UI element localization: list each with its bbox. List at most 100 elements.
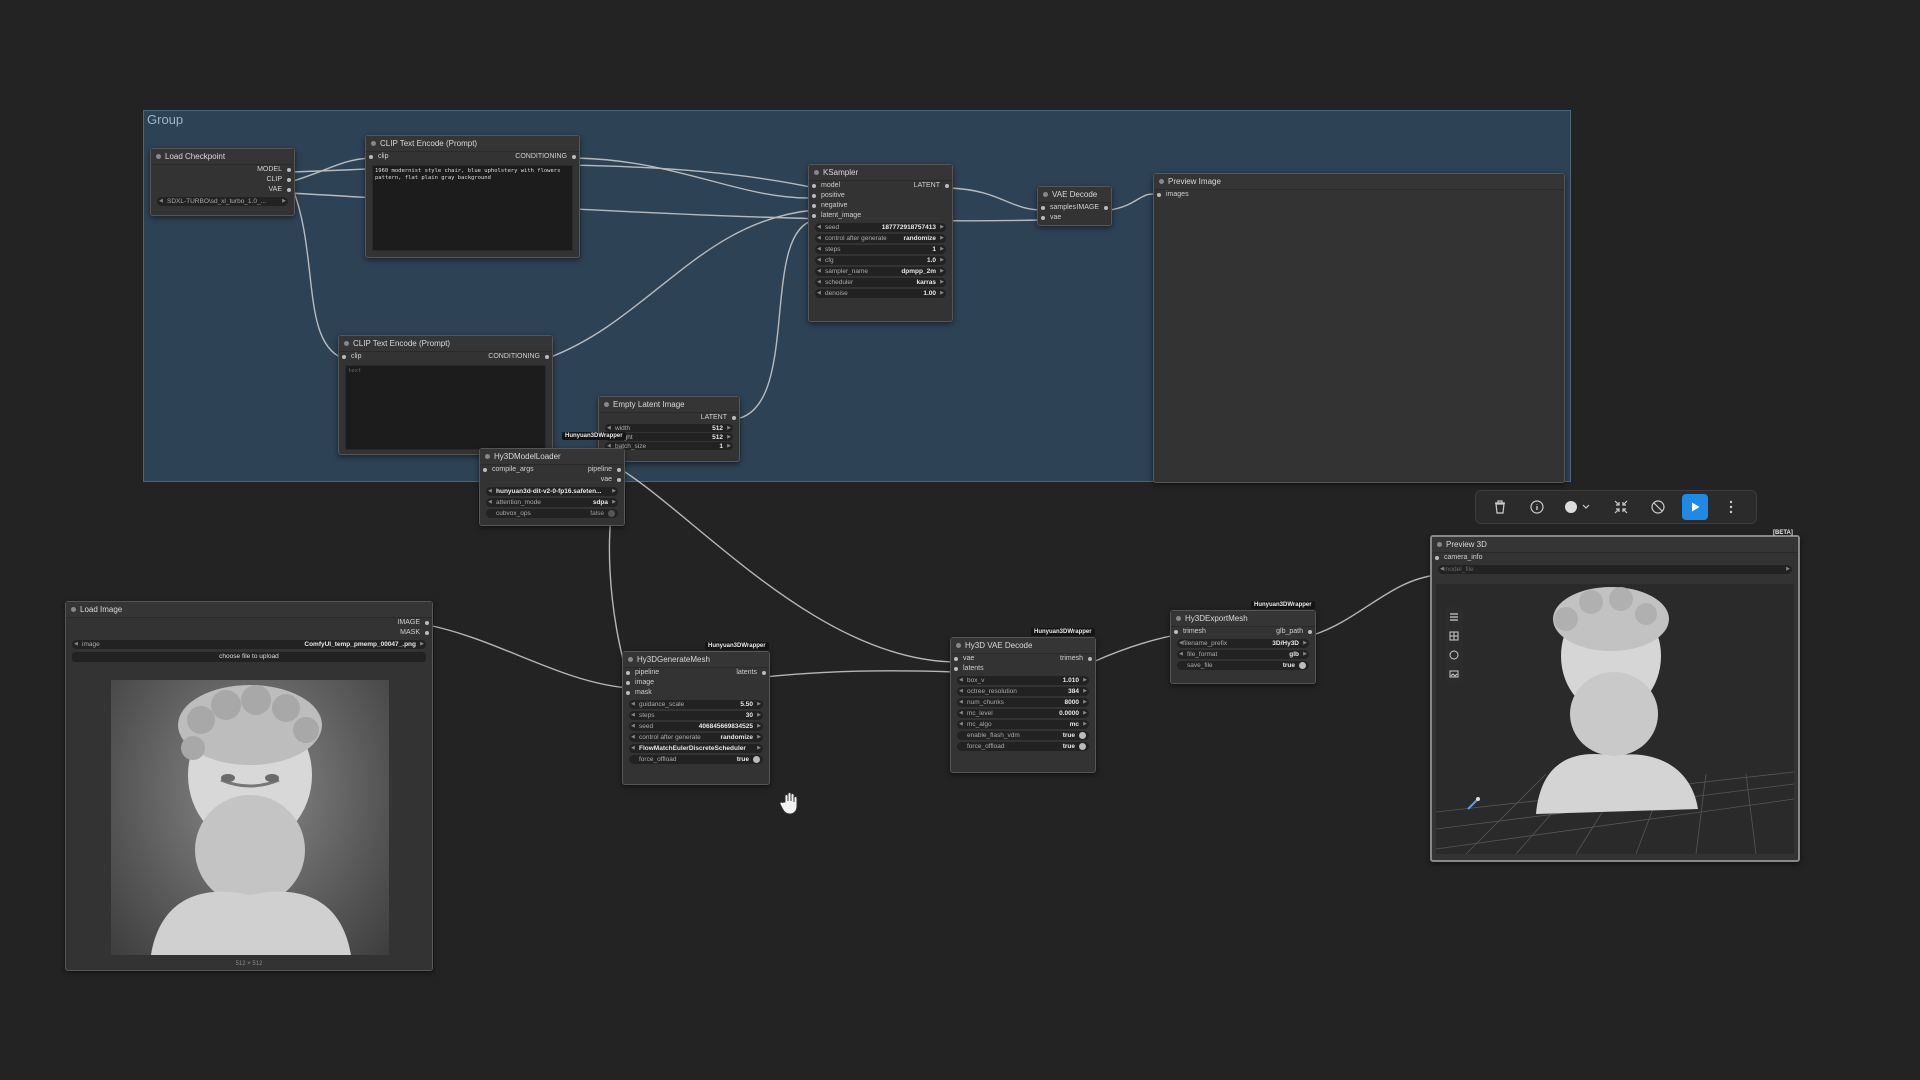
cfg-widget[interactable]: cfg1.0 (815, 256, 946, 265)
steps-widget[interactable]: steps30 (629, 711, 763, 720)
model-file-widget[interactable]: model_file (1438, 565, 1792, 574)
node-hy3d-vae-decode[interactable]: Hunyuan3DWrapper Hy3D VAE Decode vae trim… (950, 628, 1096, 773)
box-v-widget[interactable]: box_v1.010 (957, 676, 1089, 685)
output-pipeline[interactable]: pipeline (588, 465, 612, 475)
input-positive[interactable]: positive (821, 191, 845, 201)
color-picker-button[interactable] (1561, 494, 1597, 520)
seed-widget[interactable]: seed187772918757413 (815, 223, 946, 232)
control-after-generate-widget[interactable]: control after generaterandomize (629, 733, 763, 742)
num-chunks-widget[interactable]: num_chunks8000 (957, 698, 1089, 707)
node-load-checkpoint[interactable]: Load Checkpoint MODEL CLIP VAE SDXL-TURB… (150, 148, 295, 216)
steps-widget[interactable]: steps1 (815, 245, 946, 254)
denoise-widget[interactable]: denoise1.00 (815, 289, 946, 298)
ckpt-name-widget[interactable]: SDXL-TURBO\sd_xl_turbo_1.0_... (157, 197, 288, 206)
prompt-textarea[interactable]: 1960 modernist style chair, blue upholst… (372, 165, 573, 251)
node-tag: Hunyuan3DWrapper (1251, 601, 1315, 609)
node-title: Load Checkpoint (165, 152, 226, 161)
output-vae[interactable]: VAE (269, 185, 283, 195)
node-title: Hy3DExportMesh (1185, 614, 1248, 623)
grid-toggle-button[interactable] (1445, 626, 1463, 645)
run-button[interactable] (1681, 494, 1708, 520)
guidance-scale-widget[interactable]: guidance_scale5.50 (629, 700, 763, 709)
output-conditioning[interactable]: CONDITIONING (515, 152, 567, 162)
camera-button[interactable] (1445, 664, 1463, 683)
info-icon (1530, 500, 1544, 514)
node-preview-3d[interactable]: [BETA] Preview 3D camera_info model_file (1430, 530, 1800, 862)
force-offload-toggle[interactable]: force_offload true (957, 742, 1089, 751)
octree-resolution-widget[interactable]: octree_resolution384 (957, 687, 1089, 696)
force-offload-toggle[interactable]: force_offload true (629, 755, 763, 764)
input-latents[interactable]: latents (963, 664, 984, 674)
hand-cursor-icon (779, 792, 798, 815)
seed-widget[interactable]: seed406845669834525 (629, 722, 763, 731)
image-icon (1449, 670, 1459, 677)
scheduler-widget[interactable]: schedulerkarras (815, 278, 946, 287)
mc-algo-widget[interactable]: mc_algomc (957, 720, 1089, 729)
node-hy3d-export-mesh[interactable]: Hunyuan3DWrapper Hy3DExportMesh trimesh g… (1170, 601, 1316, 684)
width-widget[interactable]: width512 (605, 424, 733, 433)
attention-mode-widget[interactable]: attention_modesdpa (486, 498, 618, 507)
filename-prefix-widget[interactable]: filename_prefix3D/Hy3D (1177, 639, 1309, 648)
output-model[interactable]: MODEL (257, 165, 282, 175)
input-trimesh[interactable]: trimesh (1183, 627, 1206, 637)
output-latent[interactable]: LATENT (914, 181, 940, 191)
input-samples[interactable]: samples (1050, 203, 1076, 213)
node-clip-text-encode-positive[interactable]: CLIP Text Encode (Prompt) clip CONDITIONI… (365, 135, 580, 258)
model-widget[interactable]: hunyuan3d-dit-v2-0-fp16.safeten... (486, 487, 618, 496)
input-image[interactable]: image (635, 678, 654, 688)
node-title: Hy3DGenerateMesh (637, 655, 710, 664)
input-clip[interactable]: clip (378, 152, 389, 162)
input-vae[interactable]: vae (963, 654, 974, 664)
node-ksampler[interactable]: KSampler model LATENT positive negative l… (808, 164, 953, 322)
node-preview-image[interactable]: Preview Image images (1153, 173, 1565, 483)
output-mask[interactable]: MASK (400, 628, 420, 638)
input-negative[interactable]: negative (821, 201, 847, 211)
mc-level-widget[interactable]: mc_level0.0000 (957, 709, 1089, 718)
node-vae-decode[interactable]: VAE Decode samples IMAGE vae (1037, 186, 1112, 226)
output-trimesh[interactable]: trimesh (1060, 654, 1083, 664)
enable-flash-vdm-toggle[interactable]: enable_flash_vdm true (957, 731, 1089, 740)
input-compile-args[interactable]: compile_args (492, 465, 534, 475)
image-select-widget[interactable]: imageComfyUI_temp_pmemp_00047_.png (72, 640, 426, 649)
bypass-button[interactable] (1645, 494, 1671, 520)
output-latents[interactable]: latents (736, 668, 757, 678)
upload-button[interactable]: choose file to upload (72, 652, 426, 662)
save-file-toggle[interactable]: save_file true (1177, 661, 1309, 670)
output-conditioning[interactable]: CONDITIONING (488, 352, 540, 362)
output-glb-path[interactable]: glb_path (1276, 627, 1303, 637)
node-title: KSampler (823, 168, 859, 177)
collapse-button[interactable] (1608, 494, 1634, 520)
input-pipeline[interactable]: pipeline (635, 668, 659, 678)
scheduler-widget[interactable]: FlowMatchEulerDiscreteScheduler (629, 744, 763, 753)
light-button[interactable] (1445, 645, 1463, 664)
cubvox-ops-toggle[interactable]: cubvox_ops false (486, 509, 618, 518)
input-camera-info[interactable]: camera_info (1444, 553, 1483, 563)
output-image[interactable]: IMAGE (1076, 203, 1099, 213)
file-format-widget[interactable]: file_formatglb (1177, 650, 1309, 659)
input-model[interactable]: model (821, 181, 840, 191)
node-clip-text-encode-negative[interactable]: CLIP Text Encode (Prompt) clip CONDITIONI… (338, 335, 553, 455)
input-mask[interactable]: mask (635, 688, 652, 698)
node-hy3d-generate-mesh[interactable]: Hunyuan3DWrapper Hy3DGenerateMesh pipeli… (622, 642, 770, 785)
node-title: CLIP Text Encode (Prompt) (380, 139, 478, 148)
input-images[interactable]: images (1166, 190, 1189, 200)
output-image[interactable]: IMAGE (397, 618, 420, 628)
sampler-name-widget[interactable]: sampler_namedpmpp_2m (815, 267, 946, 276)
node-load-image[interactable]: Load Image IMAGE MASK imageComfyUI_temp_… (65, 601, 433, 971)
3d-viewport[interactable] (1436, 584, 1794, 854)
viewer-toolbar (1445, 607, 1463, 683)
output-latent[interactable]: LATENT (701, 413, 727, 423)
node-title: Hy3DModelLoader (494, 452, 561, 461)
control-after-generate-widget[interactable]: control after generaterandomize (815, 234, 946, 243)
input-clip[interactable]: clip (351, 352, 362, 362)
input-vae[interactable]: vae (1050, 213, 1061, 223)
prompt-textarea[interactable]: text (345, 365, 546, 450)
more-options-button[interactable] (1718, 494, 1744, 520)
menu-button[interactable] (1445, 607, 1463, 626)
node-hy3d-model-loader[interactable]: Hunyuan3DWrapper Hy3DModelLoader compile… (479, 432, 626, 526)
info-button[interactable] (1524, 494, 1550, 520)
input-latent-image[interactable]: latent_image (821, 211, 861, 221)
output-clip[interactable]: CLIP (266, 175, 282, 185)
output-vae[interactable]: vae (601, 475, 612, 485)
delete-button[interactable] (1487, 494, 1513, 520)
